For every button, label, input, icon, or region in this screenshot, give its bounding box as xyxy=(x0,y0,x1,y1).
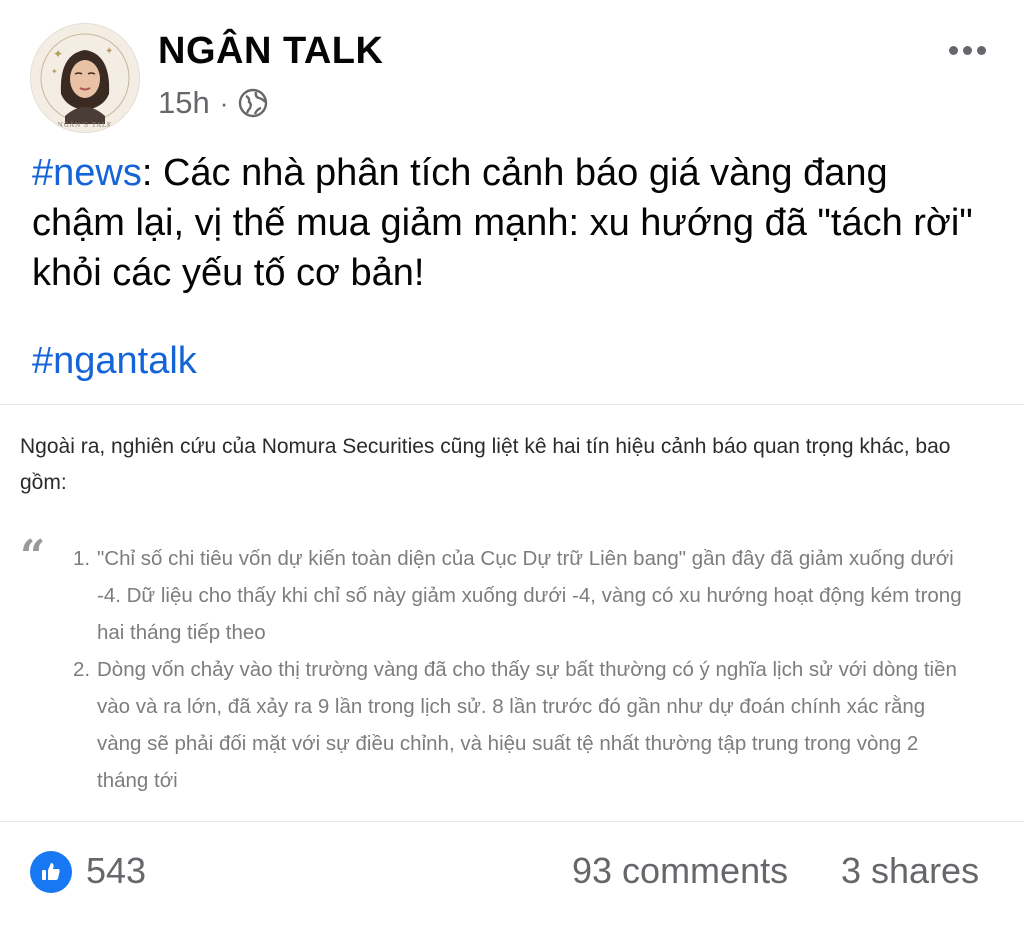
avatar[interactable]: ✦ ✦ ✦ NGÂN'S TALK xyxy=(30,23,140,133)
caption-text: : Các nhà phân tích cảnh báo giá vàng đa… xyxy=(32,152,973,294)
post-header: ✦ ✦ ✦ NGÂN'S TALK NGÂN TALK 15h · xyxy=(0,0,1024,140)
list-item-number: 1. xyxy=(73,547,91,570)
like-count[interactable]: 543 xyxy=(86,850,146,892)
post-caption: #news: Các nhà phân tích cảnh báo giá và… xyxy=(32,148,982,298)
list-item-text: Dòng vốn chảy vào thị trường vàng đã cho… xyxy=(97,658,957,792)
attachment-intro: Ngoài ra, nghiên cứu của Nomura Securiti… xyxy=(20,435,951,494)
more-dot xyxy=(976,45,986,55)
svg-text:NGÂN'S TALK: NGÂN'S TALK xyxy=(58,122,113,129)
shares-count[interactable]: 3 shares xyxy=(841,850,979,892)
list-item: 1. "Chỉ số chi tiêu vốn dự kiến toàn diệ… xyxy=(73,540,973,651)
meta-separator: · xyxy=(219,88,229,118)
attached-image[interactable]: Ngoài ra, nghiên cứu của Nomura Securiti… xyxy=(0,404,1024,822)
svg-text:✦: ✦ xyxy=(53,47,63,61)
avatar-logo: ✦ ✦ ✦ NGÂN'S TALK xyxy=(31,24,139,132)
quote-list: 1. "Chỉ số chi tiêu vốn dự kiến toàn diệ… xyxy=(73,540,973,799)
list-item: 2. Dòng vốn chảy vào thị trường vàng đã … xyxy=(73,651,973,799)
post-time[interactable]: 15h xyxy=(158,85,210,121)
post-meta: 15h · xyxy=(158,84,268,122)
list-item-number: 2. xyxy=(73,658,91,681)
like-thumb-icon[interactable] xyxy=(30,851,72,893)
globe-icon xyxy=(238,88,268,118)
hashtag-ngantalk[interactable]: #ngantalk xyxy=(32,336,197,386)
more-dot xyxy=(948,45,958,55)
hashtag-news[interactable]: #news xyxy=(32,152,142,194)
list-item-text: "Chỉ số chi tiêu vốn dự kiến toàn diện c… xyxy=(97,547,962,644)
more-dot xyxy=(962,45,972,55)
comments-count[interactable]: 93 comments xyxy=(572,850,788,892)
quote-icon: “ xyxy=(20,531,46,582)
facebook-post: ✦ ✦ ✦ NGÂN'S TALK NGÂN TALK 15h · #news:… xyxy=(0,0,1024,933)
svg-text:✦: ✦ xyxy=(51,67,58,76)
more-options-icon[interactable] xyxy=(940,30,994,70)
post-footer: 543 93 comments 3 shares xyxy=(0,830,1024,920)
author-name[interactable]: NGÂN TALK xyxy=(158,30,383,73)
svg-text:✦: ✦ xyxy=(105,46,113,57)
